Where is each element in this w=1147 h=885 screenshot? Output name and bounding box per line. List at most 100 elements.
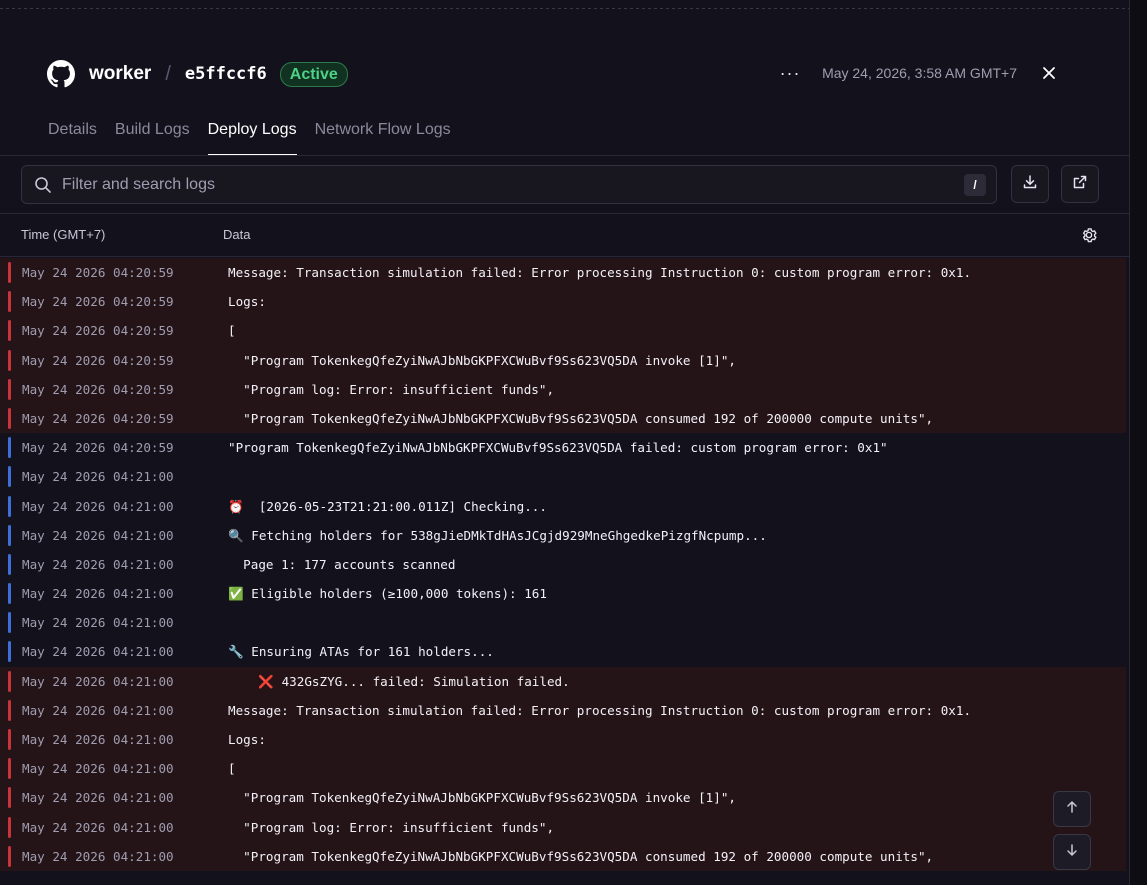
log-row[interactable]: May 24 2026 04:21:00 ❌ 432GsZYG... faile…	[0, 666, 1126, 696]
log-time: May 24 2026 04:21:00	[22, 790, 174, 806]
external-link-icon	[1072, 174, 1088, 195]
log-time: May 24 2026 04:21:00	[22, 498, 174, 514]
log-message: [	[228, 323, 236, 339]
close-icon[interactable]	[1037, 61, 1061, 85]
top-border	[0, 8, 1129, 9]
log-row[interactable]: May 24 2026 04:21:00	[0, 608, 1126, 638]
tab-build-logs[interactable]: Build Logs	[115, 118, 190, 156]
log-row[interactable]: May 24 2026 04:20:59 "Program log: Error…	[0, 374, 1126, 404]
log-row[interactable]: May 24 2026 04:20:59 "Program TokenkegQf…	[0, 403, 1126, 434]
log-level-indicator	[8, 466, 11, 488]
log-row[interactable]: May 24 2026 04:20:59 Logs:	[0, 287, 1126, 317]
log-message: Message: Transaction simulation failed: …	[228, 702, 972, 718]
log-time: May 24 2026 04:21:00	[22, 469, 174, 485]
log-level-indicator	[8, 437, 11, 459]
log-time: May 24 2026 04:21:00	[22, 586, 174, 602]
log-time: May 24 2026 04:21:00	[22, 848, 174, 864]
log-row[interactable]: May 24 2026 04:21:00 "Program TokenkegQf…	[0, 783, 1126, 813]
scroll-to-bottom-button[interactable]	[1053, 834, 1091, 870]
scroll-to-top-button[interactable]	[1053, 791, 1091, 827]
log-level-indicator	[8, 699, 11, 721]
log-time: May 24 2026 04:21:00	[22, 673, 174, 689]
github-icon	[47, 60, 75, 88]
log-time: May 24 2026 04:21:00	[22, 819, 174, 835]
scrollbar-track[interactable]	[1129, 0, 1147, 885]
log-message: 🔧 Ensuring ATAs for 161 holders...	[228, 644, 494, 660]
log-row[interactable]: May 24 2026 04:21:00 "Program TokenkegQf…	[0, 841, 1126, 871]
log-message: ❌ 432GsZYG... failed: Simulation failed.	[228, 673, 570, 689]
log-time: May 24 2026 04:20:59	[22, 323, 174, 339]
log-level-indicator	[8, 349, 11, 371]
log-level-indicator	[8, 495, 11, 517]
deploy-timestamp: May 24, 2026, 3:58 AM GMT+7	[822, 65, 1017, 81]
log-message: "Program log: Error: insufficient funds"…	[228, 819, 555, 835]
log-time: May 24 2026 04:21:00	[22, 761, 174, 777]
log-level-indicator	[8, 612, 11, 634]
download-icon	[1022, 174, 1038, 195]
log-row[interactable]: May 24 2026 04:20:59 Message: Transaction…	[0, 258, 1126, 288]
log-row[interactable]: May 24 2026 04:20:59 "Program TokenkegQfe…	[0, 433, 1126, 463]
log-row[interactable]: May 24 2026 04:21:00	[0, 462, 1126, 492]
log-level-indicator	[8, 583, 11, 605]
download-button[interactable]	[1011, 165, 1049, 203]
arrow-up-icon	[1065, 800, 1079, 819]
log-level-indicator	[8, 553, 11, 575]
log-level-indicator	[8, 729, 11, 750]
arrow-down-icon	[1065, 843, 1079, 862]
log-message: "Program TokenkegQfeZyiNwAJbNbGKPFXCWuBv…	[228, 352, 736, 368]
column-divider	[0, 256, 1129, 257]
log-row[interactable]: May 24 2026 04:21:00 ⏰ [2026-05-23T21:21:…	[0, 491, 1126, 521]
tab-network-flow-logs[interactable]: Network Flow Logs	[315, 118, 451, 156]
tab-divider	[0, 155, 1129, 156]
search-input[interactable]	[62, 175, 942, 194]
log-time: May 24 2026 04:21:00	[22, 702, 174, 718]
log-level-indicator	[8, 291, 11, 313]
more-options-icon[interactable]: ···	[776, 59, 804, 87]
panel-header: worker / e5ffccf6 Active	[47, 58, 348, 90]
log-level-indicator	[8, 816, 11, 838]
log-message: Logs:	[228, 294, 266, 310]
log-time: May 24 2026 04:21:00	[22, 556, 174, 572]
log-message: "Program TokenkegQfeZyiNwAJbNbGKPFXCWuBv…	[228, 848, 934, 864]
log-row[interactable]: May 24 2026 04:21:00 Logs:	[0, 725, 1126, 755]
service-name[interactable]: worker	[89, 63, 151, 85]
log-level-indicator	[8, 641, 11, 663]
log-message: Page 1: 177 accounts scanned	[228, 556, 456, 572]
log-message: "Program TokenkegQfeZyiNwAJbNbGKPFXCWuBv…	[228, 790, 736, 806]
tab-details[interactable]: Details	[48, 118, 97, 156]
status-badge: Active	[279, 61, 348, 87]
log-time: May 24 2026 04:21:00	[22, 644, 174, 660]
log-time: May 24 2026 04:20:59	[22, 265, 174, 280]
log-row[interactable]: May 24 2026 04:20:59 "Program TokenkegQf…	[0, 345, 1126, 375]
log-row[interactable]: May 24 2026 04:21:00 Page 1: 177 account…	[0, 549, 1126, 580]
search-divider	[0, 213, 1129, 214]
log-message: Logs:	[228, 732, 266, 747]
log-level-indicator	[8, 787, 11, 809]
tab-deploy-logs[interactable]: Deploy Logs	[207, 118, 297, 156]
log-level-indicator	[8, 524, 11, 546]
column-header-time: Time (GMT+7)	[21, 227, 106, 242]
log-level-indicator	[8, 407, 11, 429]
log-time: May 24 2026 04:21:00	[22, 527, 174, 543]
open-external-button[interactable]	[1061, 165, 1099, 203]
deployment-id: e5ffccf6	[184, 64, 267, 84]
header-actions: ··· May 24, 2026, 3:58 AM GMT+7	[776, 58, 1061, 88]
log-time: May 24 2026 04:20:59	[22, 381, 174, 397]
log-row[interactable]: May 24 2026 04:21:00 Message: Transaction…	[0, 695, 1126, 725]
log-list: May 24 2026 04:20:59 Message: Transaction…	[0, 258, 1126, 871]
log-row[interactable]: May 24 2026 04:21:00 🔍 Fetching holders f…	[0, 520, 1126, 550]
log-message: Message: Transaction simulation failed: …	[228, 265, 972, 280]
log-row[interactable]: May 24 2026 04:21:00 [	[0, 754, 1126, 784]
log-message: ⏰ [2026-05-23T21:21:00.011Z] Checking...	[228, 498, 547, 514]
log-message: "Program TokenkegQfeZyiNwAJbNbGKPFXCWuBv…	[228, 410, 934, 426]
log-row[interactable]: May 24 2026 04:21:00 ✅ Eligible holders (…	[0, 579, 1126, 609]
log-row[interactable]: May 24 2026 04:21:00 🔧 Ensuring ATAs for …	[0, 637, 1126, 667]
log-row[interactable]: May 24 2026 04:20:59 [	[0, 316, 1126, 346]
log-row[interactable]: May 24 2026 04:21:00 "Program log: Error…	[0, 812, 1126, 842]
log-time: May 24 2026 04:20:59	[22, 352, 174, 368]
log-time: May 24 2026 04:21:00	[22, 615, 174, 631]
gear-icon[interactable]	[1080, 226, 1098, 244]
log-level-indicator	[8, 845, 11, 867]
search-box[interactable]: /	[21, 165, 997, 204]
log-message: [	[228, 761, 236, 777]
